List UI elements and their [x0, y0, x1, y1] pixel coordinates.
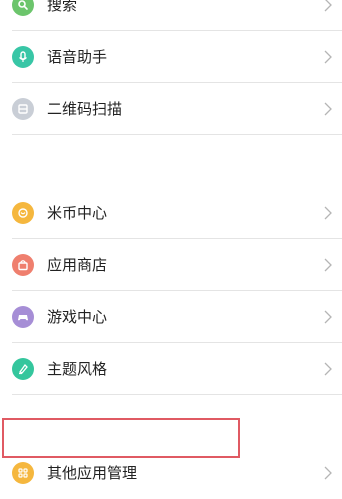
grid-icon: [12, 462, 34, 484]
chevron-right-icon: [324, 362, 332, 376]
chevron-right-icon: [324, 50, 332, 64]
settings-item-label: 其他应用管理: [47, 464, 138, 482]
settings-item-label: 搜索: [47, 0, 78, 14]
chevron-right-icon: [324, 258, 332, 272]
settings-item-label: 应用商店: [47, 256, 108, 274]
microphone-icon: [12, 46, 34, 68]
chevron-right-icon: [324, 0, 332, 12]
settings-item-qr-scan[interactable]: 二维码扫描: [0, 83, 342, 135]
settings-item-other-app-management[interactable]: 其他应用管理: [0, 447, 342, 499]
chevron-right-icon: [324, 206, 332, 220]
gamepad-icon: [12, 306, 34, 328]
coin-icon: [12, 202, 34, 224]
settings-item-game-center[interactable]: 游戏中心: [0, 291, 342, 343]
settings-item-app-store[interactable]: 应用商店: [0, 239, 342, 291]
search-icon: [12, 0, 34, 16]
settings-item-label: 语音助手: [47, 48, 108, 66]
settings-item-search[interactable]: 搜索: [0, 0, 342, 31]
qr-scan-icon: [12, 98, 34, 120]
settings-list: 搜索 语音助手 二维码扫描 米币中心 应用商店 游戏中心 主题风格 其他应用管理: [0, 0, 342, 499]
chevron-right-icon: [324, 310, 332, 324]
settings-item-voice-assistant[interactable]: 语音助手: [0, 31, 342, 83]
settings-item-theme-style[interactable]: 主题风格: [0, 343, 342, 395]
settings-item-label: 米币中心: [47, 204, 108, 222]
settings-item-mi-coin-center[interactable]: 米币中心: [0, 187, 342, 239]
divider: [12, 134, 342, 135]
shopping-bag-icon: [12, 254, 34, 276]
brush-icon: [12, 358, 34, 380]
settings-item-label: 游戏中心: [47, 308, 108, 326]
settings-item-label: 二维码扫描: [47, 100, 123, 118]
chevron-right-icon: [324, 102, 332, 116]
divider: [12, 394, 342, 395]
chevron-right-icon: [324, 466, 332, 480]
settings-item-label: 主题风格: [47, 360, 108, 378]
